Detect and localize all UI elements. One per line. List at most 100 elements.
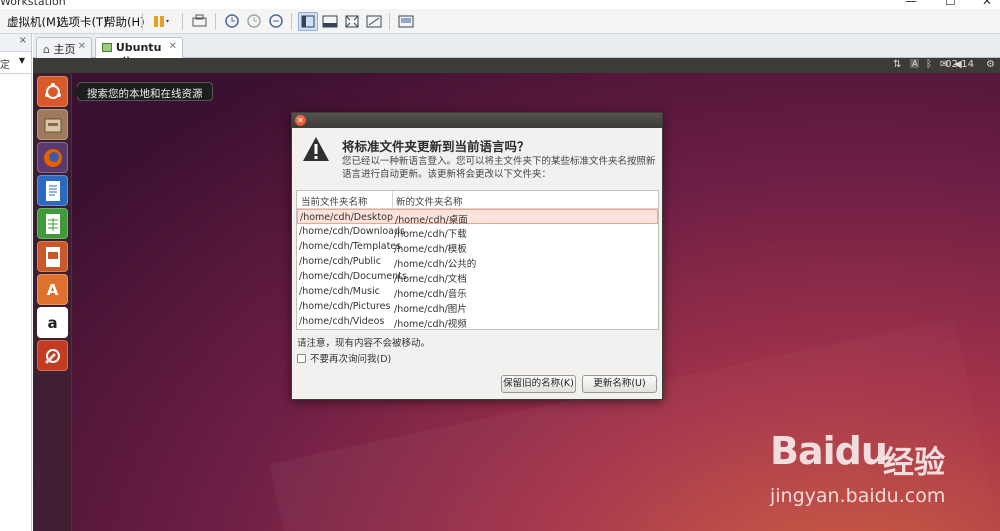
current-folder: /home/cdh/Public <box>299 256 381 267</box>
home-icon: ⌂ <box>43 43 50 56</box>
keyboard-icon[interactable]: A <box>910 59 920 68</box>
baidu-jingyan-watermark: Baidu 经验 jingyan.baidu.com <box>770 423 990 531</box>
library-view-icon[interactable] <box>298 12 318 31</box>
window-titlebar: Workstation — ☐ ✕ <box>0 0 1000 9</box>
amazon-icon[interactable]: a <box>37 307 68 338</box>
new-folder: /home/cdh/视频 <box>394 319 467 330</box>
library-header: × <box>0 34 31 52</box>
current-folder: /home/cdh/Music <box>299 286 380 297</box>
tab-home[interactable]: ⌂ 主页 ✕ <box>36 37 92 58</box>
menubar: 虚拟机(M) 选项卡(T) 帮助(H) <box>0 9 1000 34</box>
toolbar-separator <box>291 13 292 30</box>
current-folder: /home/cdh/Downloads <box>299 226 405 237</box>
revert-snapshot-icon[interactable] <box>244 12 264 31</box>
update-names-button[interactable]: 更新名称(U) <box>582 375 657 393</box>
network-icon[interactable]: ⇅ <box>893 59 901 70</box>
menu-tabs[interactable]: 选项卡(T) <box>57 14 108 30</box>
current-folder: /home/cdh/Videos <box>299 316 385 327</box>
watermark-brand: Baidu <box>770 429 888 473</box>
snapshot-icon[interactable] <box>222 12 242 31</box>
library-panel: × 定 ▼ <box>0 34 32 531</box>
minimize-button[interactable]: — <box>905 0 917 8</box>
dialog-close-icon[interactable]: ✕ <box>295 115 306 126</box>
maximize-button[interactable]: ☐ <box>945 0 956 8</box>
send-ctrl-alt-del-icon[interactable] <box>190 12 210 31</box>
libreoffice-writer-icon[interactable] <box>37 175 68 206</box>
current-folder: /home/cdh/Pictures <box>299 301 391 312</box>
new-folder: /home/cdh/图片 <box>394 304 467 315</box>
dash-home-icon[interactable] <box>37 76 68 107</box>
table-row[interactable]: /home/cdh/Downloads /home/cdh/下载 <box>297 224 658 240</box>
toolbar-separator <box>142 13 143 30</box>
snapshot-manager-icon[interactable] <box>266 12 286 31</box>
library-filter-value: 定 <box>0 60 10 71</box>
libreoffice-impress-icon[interactable] <box>37 241 68 272</box>
update-folders-dialog: ✕ 将标准文件夹更新到当前语言吗？ 您已经以一种新语言登入。您可以将主文件夹下的… <box>291 112 663 400</box>
current-folder: /home/cdh/Documents <box>299 271 407 282</box>
new-folder: /home/cdh/音乐 <box>394 289 467 300</box>
amazon-glyph: a <box>47 313 58 332</box>
pause-icon[interactable] <box>150 12 170 31</box>
toolbar-separator <box>182 13 183 30</box>
vm-icon <box>102 43 112 52</box>
close-window-button[interactable]: ✕ <box>982 0 992 8</box>
session-gear-icon[interactable]: ⚙ <box>986 59 995 70</box>
dont-ask-again-checkbox[interactable]: 不要再次询问我(D) <box>297 351 391 365</box>
system-settings-icon[interactable] <box>37 340 68 371</box>
library-search[interactable]: 定 ▼ <box>0 52 31 74</box>
folders-table[interactable]: 当前文件夹名称 新的文件夹名称 /home/cdh/Desktop /home/… <box>296 190 659 330</box>
window-title: Workstation <box>0 0 66 8</box>
launcher-tooltip: 搜索您的本地和在线资源 <box>72 82 213 101</box>
menu-vm[interactable]: 虚拟机(M) <box>7 14 60 30</box>
keep-old-names-button[interactable]: 保留旧的名称(K) <box>501 375 576 393</box>
tab-home-label: 主页 <box>53 43 76 56</box>
checkbox-label: 不要再次询问我(D) <box>310 354 392 365</box>
dialog-titlebar: ✕ <box>292 113 662 128</box>
tab-ubuntu-close-icon[interactable]: ✕ <box>169 41 177 52</box>
current-folder: /home/cdh/Templates <box>299 241 402 252</box>
chevron-down-icon[interactable]: ▼ <box>19 56 25 65</box>
warning-icon <box>303 137 329 161</box>
files-icon[interactable] <box>37 109 68 140</box>
fullscreen-icon[interactable] <box>342 12 362 31</box>
tab-strip: ⌂ 主页 ✕ Ubuntu 64 位 ✕ <box>33 34 1000 69</box>
unity-view-icon[interactable] <box>364 12 384 31</box>
tab-ubuntu[interactable]: Ubuntu 64 位 ✕ <box>95 37 183 69</box>
software-center-icon[interactable]: A <box>37 274 68 305</box>
library-close-icon[interactable]: × <box>19 35 27 46</box>
new-folder: /home/cdh/模板 <box>394 244 467 255</box>
new-folder: /home/cdh/公共的 <box>394 259 477 270</box>
thumbnail-bar-icon[interactable] <box>396 12 416 31</box>
ubuntu-top-panel: ⇅ A ᛒ ✉ ◀ 02:14 ⚙ <box>33 58 1000 73</box>
software-center-glyph: A <box>46 280 59 299</box>
dialog-description: 您已经以一种新语言登入。您可以将主文件夹下的某些标准文件夹名按照新语言进行自动更… <box>342 156 656 180</box>
menu-help[interactable]: 帮助(H) <box>104 14 145 30</box>
bluetooth-icon[interactable]: ᛒ <box>926 59 932 70</box>
column-header-current[interactable]: 当前文件夹名称 <box>301 194 368 208</box>
libreoffice-calc-icon[interactable] <box>37 208 68 239</box>
current-folder: /home/cdh/Desktop <box>300 212 393 223</box>
firefox-icon[interactable] <box>37 142 68 173</box>
table-row[interactable]: /home/cdh/Desktop /home/cdh/桌面 <box>297 209 658 226</box>
toolbar-separator <box>389 13 390 30</box>
table-row[interactable]: /home/cdh/Pictures /home/cdh/图片 <box>297 299 658 315</box>
table-row[interactable]: /home/cdh/Music /home/cdh/音乐 <box>297 284 658 300</box>
checkbox-box[interactable] <box>297 354 306 363</box>
table-row[interactable]: /home/cdh/Videos /home/cdh/视频 <box>297 314 658 330</box>
dialog-note: 请注意，现有内容不会被移动。 <box>297 338 431 349</box>
console-view-icon[interactable] <box>320 12 340 31</box>
table-row[interactable]: /home/cdh/Templates /home/cdh/模板 <box>297 239 658 255</box>
dialog-heading: 将标准文件夹更新到当前语言吗？ <box>342 139 530 154</box>
toolbar-separator <box>215 13 216 30</box>
new-folder: /home/cdh/文档 <box>394 274 467 285</box>
panel-clock[interactable]: 02:14 <box>945 59 974 70</box>
table-row[interactable]: /home/cdh/Documents /home/cdh/文档 <box>297 269 658 285</box>
watermark-jingyan: 经验 <box>883 445 945 481</box>
column-divider <box>392 191 393 208</box>
new-folder: /home/cdh/下载 <box>394 229 467 240</box>
ubuntu-launcher: A a <box>33 73 72 531</box>
column-header-new[interactable]: 新的文件夹名称 <box>396 194 463 208</box>
tab-home-close-icon[interactable]: ✕ <box>78 41 86 52</box>
table-row[interactable]: /home/cdh/Public /home/cdh/公共的 <box>297 254 658 270</box>
watermark-url: jingyan.baidu.com <box>770 485 946 507</box>
